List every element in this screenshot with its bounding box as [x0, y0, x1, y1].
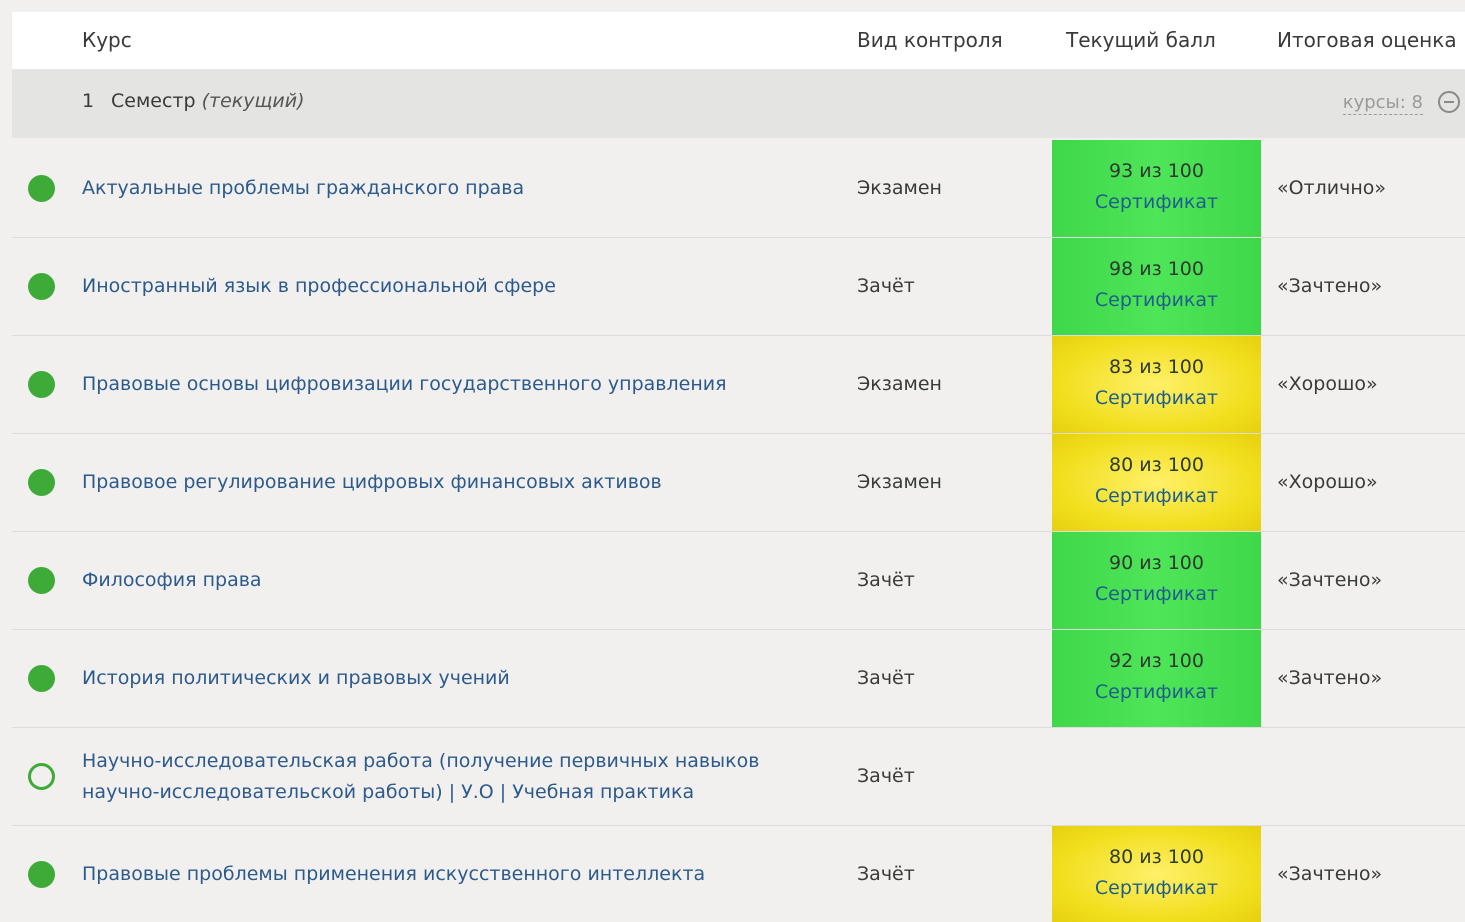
grades-page: Курс Вид контроля Текущий балл Итоговая …: [0, 0, 1465, 922]
collapse-minus-icon[interactable]: [1438, 91, 1460, 113]
course-row: История политических и правовых учений За…: [12, 630, 1465, 728]
status-complete-icon: [28, 371, 55, 398]
status-incomplete-icon: [28, 763, 55, 790]
current-score: 83 из 100: [1109, 356, 1204, 378]
course-row: Научно-исследовательская работа (получен…: [12, 728, 1465, 826]
course-row: Актуальные проблемы гражданского права Эк…: [12, 140, 1465, 238]
semester-current-label: (текущий): [201, 90, 305, 112]
course-name-link[interactable]: Правовые проблемы применения искусственн…: [82, 826, 782, 922]
course-name-link[interactable]: Иностранный язык в профессиональной сфер…: [82, 238, 782, 335]
course-name-link[interactable]: Актуальные проблемы гражданского права: [82, 140, 782, 237]
semester-group-header[interactable]: 1 Семестр (текущий) курсы: 8: [12, 70, 1465, 138]
column-header-final-grade[interactable]: Итоговая оценка: [1277, 12, 1457, 69]
status-complete-icon: [28, 567, 55, 594]
current-score: 90 из 100: [1109, 552, 1204, 574]
score-cell: 92 из 100 Сертификат: [1052, 630, 1261, 727]
course-name-link[interactable]: Философия права: [82, 532, 782, 629]
control-type: Зачёт: [857, 275, 915, 297]
score-cell: 93 из 100 Сертификат: [1052, 140, 1261, 237]
course-list: Актуальные проблемы гражданского права Эк…: [12, 140, 1465, 922]
current-score: 80 из 100: [1109, 846, 1204, 868]
status-complete-icon: [28, 273, 55, 300]
score-cell: 80 из 100 Сертификат: [1052, 434, 1261, 531]
courses-count-link[interactable]: курсы: 8: [1342, 92, 1423, 115]
course-row: Философия права Зачёт 90 из 100 Сертификат «…: [12, 532, 1465, 630]
final-grade: «Зачтено»: [1277, 569, 1383, 591]
control-type: Зачёт: [857, 569, 915, 591]
semester-title: Семестр (текущий): [111, 90, 305, 112]
final-grade: «Зачтено»: [1277, 863, 1383, 885]
course-row: Правовые проблемы применения искусственн…: [12, 826, 1465, 922]
score-cell: 80 из 100 Сертификат: [1052, 826, 1261, 922]
certificate-link[interactable]: Сертификат: [1052, 190, 1261, 214]
control-type: Зачёт: [857, 667, 915, 689]
final-grade: «Хорошо»: [1277, 471, 1378, 493]
course-row: Правовое регулирование цифровых финансов…: [12, 434, 1465, 532]
final-grade: «Зачтено»: [1277, 667, 1383, 689]
course-row: Правовые основы цифровизации государстве…: [12, 336, 1465, 434]
control-type: Экзамен: [857, 177, 942, 199]
score-cell: 83 из 100 Сертификат: [1052, 336, 1261, 433]
table-header: Курс Вид контроля Текущий балл Итоговая …: [12, 12, 1465, 69]
certificate-link[interactable]: Сертификат: [1052, 582, 1261, 606]
certificate-link[interactable]: Сертификат: [1052, 680, 1261, 704]
control-type: Экзамен: [857, 373, 942, 395]
column-header-current-score[interactable]: Текущий балл: [1066, 12, 1216, 69]
certificate-link[interactable]: Сертификат: [1052, 288, 1261, 312]
current-score: 93 из 100: [1109, 160, 1204, 182]
final-grade: «Хорошо»: [1277, 373, 1378, 395]
control-type: Зачёт: [857, 765, 915, 787]
semester-number: 1: [82, 90, 95, 112]
final-grade: «Отлично»: [1277, 177, 1387, 199]
column-header-control-type[interactable]: Вид контроля: [857, 12, 1003, 69]
status-complete-icon: [28, 175, 55, 202]
score-cell: 90 из 100 Сертификат: [1052, 532, 1261, 629]
final-grade: «Зачтено»: [1277, 275, 1383, 297]
course-name-link[interactable]: Научно-исследовательская работа (получен…: [82, 728, 782, 825]
current-score: 92 из 100: [1109, 650, 1204, 672]
certificate-link[interactable]: Сертификат: [1052, 484, 1261, 508]
score-cell: 98 из 100 Сертификат: [1052, 238, 1261, 335]
certificate-link[interactable]: Сертификат: [1052, 386, 1261, 410]
certificate-link[interactable]: Сертификат: [1052, 876, 1261, 900]
status-complete-icon: [28, 665, 55, 692]
course-name-link[interactable]: Правовое регулирование цифровых финансов…: [82, 434, 782, 531]
current-score: 80 из 100: [1109, 454, 1204, 476]
course-row: Иностранный язык в профессиональной сфер…: [12, 238, 1465, 336]
course-name-link[interactable]: История политических и правовых учений: [82, 630, 782, 727]
status-complete-icon: [28, 469, 55, 496]
semester-title-text: Семестр: [111, 90, 196, 112]
control-type: Экзамен: [857, 471, 942, 493]
status-complete-icon: [28, 861, 55, 888]
course-name-link[interactable]: Правовые основы цифровизации государстве…: [82, 336, 782, 433]
current-score: 98 из 100: [1109, 258, 1204, 280]
control-type: Зачёт: [857, 863, 915, 885]
column-header-course[interactable]: Курс: [82, 12, 132, 69]
